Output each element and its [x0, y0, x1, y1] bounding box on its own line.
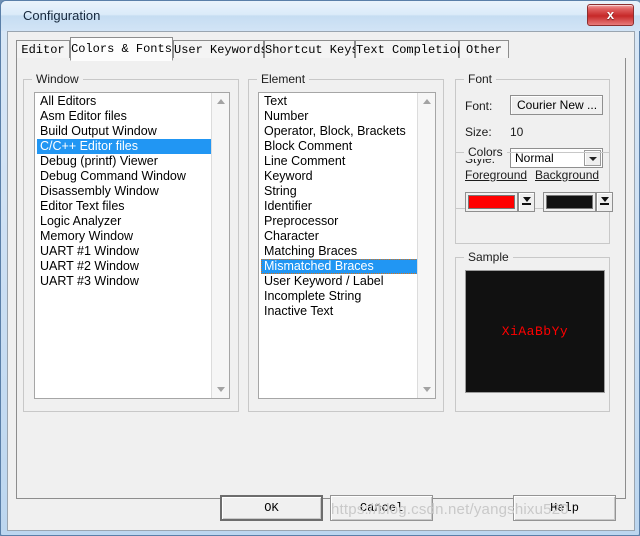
cancel-button[interactable]: Cancel — [330, 495, 433, 521]
title-bar: Configuration x — [1, 1, 640, 31]
list-item[interactable]: Editor Text files — [37, 199, 212, 214]
background-color-fill — [546, 195, 593, 209]
scroll-up-icon[interactable] — [212, 93, 229, 110]
background-color-dropdown[interactable] — [596, 192, 613, 212]
window-group-legend: Window — [32, 72, 83, 86]
scroll-down-icon[interactable] — [212, 381, 229, 398]
list-item[interactable]: Operator, Block, Brackets — [261, 124, 418, 139]
background-label: Background — [535, 168, 600, 182]
help-button[interactable]: Help — [513, 495, 616, 521]
tab-other[interactable]: Other — [459, 40, 509, 60]
element-listbox[interactable]: Text Number Operator, Block, Brackets Bl… — [258, 92, 436, 399]
scroll-down-icon[interactable] — [418, 381, 435, 398]
ok-button[interactable]: OK — [220, 495, 323, 521]
sample-group: Sample XiAaBbYy — [455, 250, 610, 412]
list-item[interactable]: All Editors — [37, 94, 212, 109]
font-label: Font: — [465, 99, 493, 113]
background-color-swatch[interactable] — [543, 192, 596, 212]
window-group: Window All Editors Asm Editor files Buil… — [23, 72, 239, 412]
list-item[interactable]: UART #1 Window — [37, 244, 212, 259]
tab-colors-and-fonts[interactable]: Colors & Fonts — [70, 37, 173, 61]
element-list-scrollbar[interactable] — [417, 93, 435, 398]
list-item[interactable]: Character — [261, 229, 418, 244]
colors-group: Colors Foreground Background — [455, 145, 613, 244]
dialog-client-area: Editor Colors & Fonts User Keywords Shor… — [7, 31, 635, 531]
size-value: 10 — [510, 125, 524, 139]
list-item[interactable]: Disassembly Window — [37, 184, 212, 199]
list-item[interactable]: Line Comment — [261, 154, 418, 169]
list-item[interactable]: Incomplete String — [261, 289, 418, 304]
list-item[interactable]: UART #3 Window — [37, 274, 212, 289]
element-group-legend: Element — [257, 72, 310, 86]
list-item[interactable]: User Keyword / Label — [261, 274, 418, 289]
font-group-legend: Font — [464, 72, 497, 86]
tab-user-keywords[interactable]: User Keywords — [173, 40, 268, 60]
close-button[interactable]: x — [587, 4, 634, 26]
font-picker-button[interactable]: Courier New ... — [510, 95, 603, 115]
sample-preview-text: XiAaBbYy — [501, 323, 569, 339]
sample-group-legend: Sample — [464, 250, 513, 264]
configuration-dialog: Configuration x Editor Colors & Fonts Us… — [0, 0, 640, 536]
window-title: Configuration — [23, 8, 101, 23]
list-item-selected[interactable]: C/C++ Editor files — [37, 139, 212, 154]
list-item-selected[interactable]: Mismatched Braces — [261, 259, 418, 274]
list-item[interactable]: Identifier — [261, 199, 418, 214]
window-list-scrollbar[interactable] — [211, 93, 229, 398]
close-icon: x — [606, 7, 615, 22]
element-group: Element Text Number Operator, Block, Bra… — [248, 72, 444, 412]
tab-strip: Editor Colors & Fonts User Keywords Shor… — [16, 37, 626, 61]
scroll-up-icon[interactable] — [418, 93, 435, 110]
colors-group-legend: Colors — [464, 145, 507, 159]
tab-text-completion[interactable]: Text Completion — [355, 40, 464, 60]
list-item[interactable]: UART #2 Window — [37, 259, 212, 274]
list-item[interactable]: Number — [261, 109, 418, 124]
foreground-label: Foreground — [465, 168, 528, 182]
list-item[interactable]: Debug Command Window — [37, 169, 212, 184]
foreground-color-dropdown[interactable] — [518, 192, 535, 212]
foreground-color-swatch[interactable] — [465, 192, 518, 212]
list-item[interactable]: Matching Braces — [261, 244, 418, 259]
list-item[interactable]: Keyword — [261, 169, 418, 184]
sample-preview: XiAaBbYy — [465, 270, 605, 393]
list-item[interactable]: Block Comment — [261, 139, 418, 154]
list-item[interactable]: String — [261, 184, 418, 199]
list-item[interactable]: Asm Editor files — [37, 109, 212, 124]
element-list-items: Text Number Operator, Block, Brackets Bl… — [259, 93, 418, 398]
list-item[interactable]: Logic Analyzer — [37, 214, 212, 229]
foreground-color-fill — [468, 195, 515, 209]
list-item[interactable]: Debug (printf) Viewer — [37, 154, 212, 169]
tab-editor[interactable]: Editor — [16, 40, 70, 60]
list-item[interactable]: Memory Window — [37, 229, 212, 244]
list-item[interactable]: Build Output Window — [37, 124, 212, 139]
window-list-items: All Editors Asm Editor files Build Outpu… — [35, 93, 212, 398]
list-item[interactable]: Text — [261, 94, 418, 109]
window-listbox[interactable]: All Editors Asm Editor files Build Outpu… — [34, 92, 230, 399]
list-item[interactable]: Inactive Text — [261, 304, 418, 319]
list-item[interactable]: Preprocessor — [261, 214, 418, 229]
tab-shortcut-keys[interactable]: Shortcut Keys — [264, 40, 359, 60]
size-label: Size: — [465, 125, 492, 139]
